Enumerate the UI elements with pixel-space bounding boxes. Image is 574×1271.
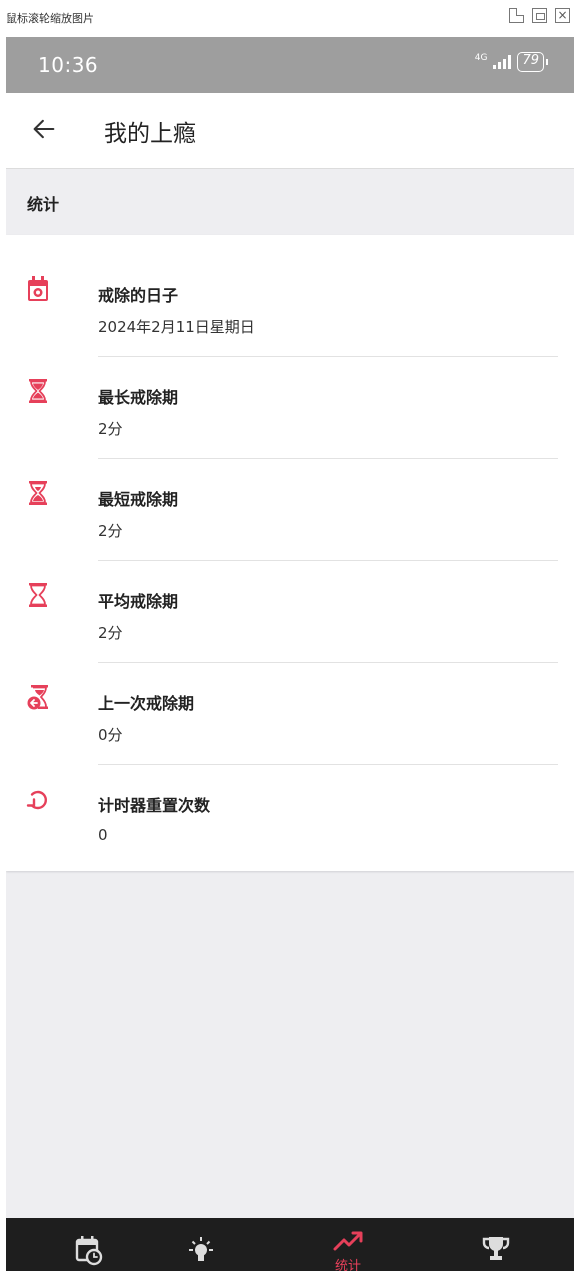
hourglass-full-icon: [29, 379, 47, 403]
status-indicators: 4G 79: [475, 52, 548, 72]
stat-value: 2分: [98, 420, 123, 438]
battery-level: 79: [517, 52, 544, 72]
list-item: 计时器重置次数 0: [6, 745, 574, 847]
stat-label: 平均戒除期: [98, 592, 179, 611]
stat-label: 最短戒除期: [98, 490, 179, 509]
stat-label: 戒除的日子: [98, 286, 179, 305]
battery-icon: [546, 59, 548, 65]
hourglass-bottom-icon: [29, 481, 47, 505]
signal-icon: [493, 55, 512, 69]
section-title: 统计: [27, 195, 60, 214]
app-bar: 我的上瘾: [6, 93, 574, 168]
maximize-icon[interactable]: [532, 8, 547, 23]
stat-value: 2024年2月11日星期日: [98, 318, 255, 336]
stat-value: 0: [98, 826, 108, 844]
list-item: 最短戒除期 2分: [6, 439, 574, 561]
page-title: 我的上瘾: [104, 121, 196, 147]
calendar-icon: [28, 276, 48, 301]
trending-up-icon[interactable]: [328, 1220, 368, 1260]
arrow-left-icon[interactable]: [30, 115, 58, 143]
list-item: 最长戒除期 2分: [6, 337, 574, 459]
network-type: 4G: [474, 52, 488, 63]
calendar-clock-icon[interactable]: [68, 1228, 108, 1268]
trophy-icon[interactable]: [476, 1228, 516, 1268]
stat-label: 最长戒除期: [98, 388, 179, 407]
popout-icon[interactable]: [509, 8, 524, 23]
viewer-title: 鼠标滚轮缩放图片: [6, 12, 94, 25]
phone-screen: 10:36 4G 79 我的上瘾 统计 戒除的日子 2024年2月11日星期日 …: [6, 37, 574, 1271]
stat-value: 2分: [98, 522, 123, 540]
stat-label: 计时器重置次数: [98, 796, 211, 815]
stats-list: 戒除的日子 2024年2月11日星期日 最长戒除期 2分 最短戒除期 2分 平均…: [6, 235, 574, 871]
bottom-nav: 统计: [6, 1218, 574, 1271]
viewer-controls: ×: [509, 8, 570, 23]
image-viewer-bar: 鼠标滚轮缩放图片 ×: [0, 0, 574, 37]
list-item: 上一次戒除期 0分: [6, 643, 574, 765]
stat-label: 上一次戒除期: [98, 694, 195, 713]
list-item: 戒除的日子 2024年2月11日星期日: [6, 235, 574, 357]
status-bar: 10:36 4G 79: [6, 37, 574, 93]
nav-label-stats[interactable]: 统计: [328, 1255, 368, 1271]
hourglass-empty-icon: [29, 583, 47, 607]
section-header: 统计: [6, 168, 574, 235]
list-item: 平均戒除期 2分: [6, 541, 574, 663]
stat-value: 2分: [98, 624, 123, 642]
reset-icon: [26, 790, 47, 810]
status-time: 10:36: [38, 53, 99, 77]
lightbulb-icon[interactable]: [181, 1228, 221, 1268]
hourglass-back-icon: [27, 685, 48, 710]
stat-value: 0分: [98, 726, 123, 744]
close-icon[interactable]: ×: [555, 8, 570, 23]
